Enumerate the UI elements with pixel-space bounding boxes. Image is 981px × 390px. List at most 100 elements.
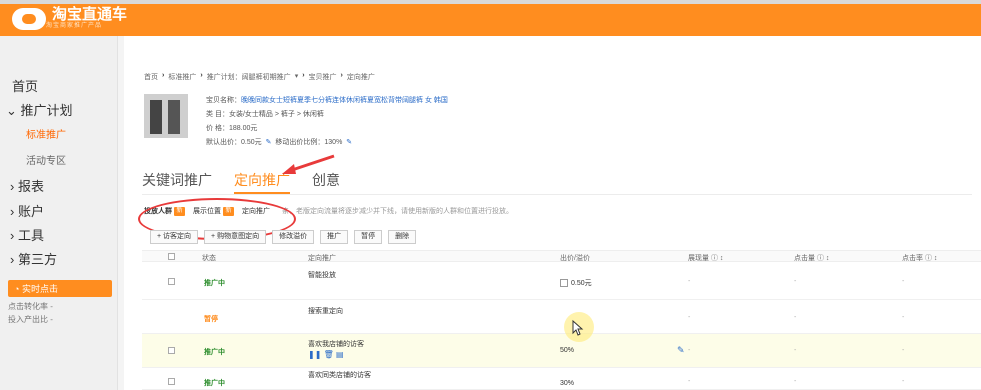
breadcrumb-item[interactable]: 宝贝推广 (309, 72, 337, 82)
sidebar-item-account[interactable]: › 账户 (10, 201, 44, 220)
chevron-right-icon: › (10, 252, 15, 267)
col-ctr[interactable]: 点击率 ⓘ ↕ (902, 253, 937, 263)
row-clicks: - (794, 314, 797, 321)
add-visitor-targeting-button[interactable]: + 访客定向 (150, 230, 199, 244)
tab-keyword[interactable]: 关键词推广 (142, 170, 212, 194)
clock-icon: ◔ (14, 284, 20, 294)
breadcrumb-separator-icon: › (200, 72, 203, 79)
sidebar-item-third-party[interactable]: › 第三方 (10, 249, 57, 268)
table-row: 推广中 喜欢我店铺的访客 ❚❚ 🗑 ▤ 50% ✎ - - - (142, 334, 981, 368)
sidebar: 首页 ⌄ 推广计划 标准推广 活动专区 › 报表 › 账户 › 工具 › 第三方… (0, 36, 118, 390)
table-toolbar: + 访客定向 + 购物意图定向 修改溢价 推广 暂停 删除 (150, 230, 417, 244)
row-status: 推广中 (204, 380, 225, 387)
edit-pencil-icon[interactable]: ✎ (346, 139, 352, 146)
chevron-right-icon: › (10, 228, 15, 243)
row-name: 智能投放 (308, 272, 336, 279)
product-info: 宝贝名称：晚晚同款女士短裤夏季七分裤连体休闲裤夏宽松背带阔腿裤 女 韩国 类 目… (206, 97, 448, 146)
table-row: 推广中 智能投放 0.50元 - - - (142, 264, 981, 300)
product-price: 188.00元 (228, 125, 258, 132)
delete-button[interactable]: 删除 (388, 230, 417, 244)
col-status: 状态 (202, 255, 216, 262)
chevron-right-icon: › (10, 204, 15, 219)
promote-button[interactable]: 推广 (320, 230, 349, 244)
annotation-arrow-icon (282, 154, 335, 174)
row-name: 喜欢同类店铺的访客 (308, 372, 371, 379)
bid-calendar-icon (560, 279, 568, 288)
row-impressions: - (688, 278, 691, 285)
breadcrumb-item[interactable]: 推广计划：阔腿裤初期推广 (207, 72, 291, 82)
dropdown-caret-icon[interactable]: ▾ (295, 72, 299, 82)
sidebar-item-standard[interactable]: 标准推广 (26, 126, 66, 141)
product-thumbnail[interactable] (144, 94, 188, 138)
row-impressions: - (688, 347, 691, 354)
row-bid: 50% (560, 347, 575, 354)
chevron-right-icon: › (10, 179, 15, 194)
pause-button[interactable]: 暂停 (354, 230, 383, 244)
top-header: 淘宝直通车 淘宝商家推广产品 (0, 4, 981, 36)
row-bid: 0.50元 (560, 278, 592, 288)
tab-divider (142, 194, 972, 195)
col-clicks[interactable]: 点击量 ⓘ ↕ (794, 253, 829, 263)
logo-subtitle: 淘宝商家推广产品 (46, 23, 103, 29)
realtime-panel: ◔ 实时点击 点击转化率 - 投入产出比 - (8, 279, 112, 327)
breadcrumb-separator-icon: › (340, 72, 343, 79)
logo[interactable]: 淘宝直通车 淘宝商家推广产品 (12, 7, 127, 30)
breadcrumb-separator-icon: › (302, 72, 305, 79)
breadcrumb-current: 定向推广 (346, 74, 375, 81)
col-bid: 出价/溢价 (560, 255, 590, 262)
row-name: 喜欢我店铺的访客 (308, 341, 364, 348)
realtime-button[interactable]: ◔ 实时点击 (8, 280, 112, 297)
delete-icon[interactable]: 🗑 (324, 350, 334, 359)
pause-icon[interactable]: ❚❚ (308, 350, 321, 359)
row-checkbox[interactable] (168, 378, 175, 385)
breadcrumb: 首页 › 标准推广 › 推广计划：阔腿裤初期推广 ▾ › 宝贝推广 › 定向推广 (144, 72, 375, 82)
main-content: 首页 › 标准推广 › 推广计划：阔腿裤初期推广 ▾ › 宝贝推广 › 定向推广 宝贝名称… (124, 36, 981, 390)
realtime-roi: 投入产出比 - (8, 315, 53, 324)
row-clicks: - (794, 378, 797, 385)
notice-text: 亲，老版定向流量将逐步减少并下线，请使用新版的人群和位置进行投放。 (282, 208, 513, 215)
row-status: 暂停 (204, 316, 218, 323)
row-bid: 30% (560, 380, 575, 387)
row-ctr: - (902, 278, 905, 285)
row-clicks: - (794, 347, 797, 354)
sidebar-item-reports[interactable]: › 报表 (10, 176, 44, 195)
sidebar-item-campaigns[interactable]: ⌄ 推广计划 (6, 100, 73, 119)
row-clicks: - (794, 278, 797, 285)
edit-premium-button[interactable]: 修改溢价 (272, 230, 315, 244)
default-bid: 0.50元 (241, 139, 262, 146)
realtime-conversion: 点击转化率 - (8, 302, 53, 311)
cursor-arrow-icon (572, 319, 584, 336)
edit-pencil-icon[interactable]: ✎ (266, 139, 272, 146)
logo-mark-icon (12, 7, 46, 30)
breadcrumb-item[interactable]: 首页 (144, 72, 158, 82)
chevron-down-icon: ⌄ (6, 103, 17, 118)
edit-pencil-icon[interactable]: ✎ (677, 345, 685, 356)
row-status: 推广中 (204, 280, 225, 287)
row-name: 搜索重定向 (308, 308, 343, 315)
table-row: 推广中 喜欢同类店铺的访客 30% - - - (142, 368, 981, 390)
report-icon[interactable]: ▤ (336, 350, 344, 359)
mouse-cursor-icon (564, 312, 594, 342)
mobile-bid-ratio: 130% (324, 139, 343, 146)
row-impressions: - (688, 378, 691, 385)
row-impressions: - (688, 314, 691, 321)
row-ctr: - (902, 347, 905, 354)
product-name-link[interactable]: 晚晚同款女士短裤夏季七分裤连体休闲裤夏宽松背带阔腿裤 女 韩国 (241, 97, 448, 104)
row-action-icons: ❚❚ 🗑 ▤ (308, 350, 344, 359)
row-ctr: - (902, 378, 905, 385)
col-impressions[interactable]: 展现量 ⓘ ↕ (688, 253, 723, 263)
row-checkbox[interactable] (168, 347, 175, 354)
breadcrumb-separator-icon: › (162, 72, 165, 79)
row-ctr: - (902, 314, 905, 321)
row-checkbox[interactable] (168, 278, 175, 285)
add-intent-targeting-button[interactable]: + 购物意图定向 (204, 230, 267, 244)
sidebar-item-activity[interactable]: 活动专区 (26, 152, 66, 167)
breadcrumb-item[interactable]: 标准推广 (168, 72, 196, 82)
sidebar-item-home[interactable]: 首页 (12, 76, 38, 95)
sidebar-item-tools[interactable]: › 工具 (10, 225, 44, 244)
col-targeting: 定向推广 (308, 255, 336, 262)
product-category: 女装/女士精品 > 裤子 > 休闲裤 (228, 111, 324, 118)
logo-text: 淘宝直通车 (52, 6, 128, 23)
row-status: 推广中 (204, 349, 225, 356)
select-all-checkbox[interactable] (168, 253, 175, 260)
